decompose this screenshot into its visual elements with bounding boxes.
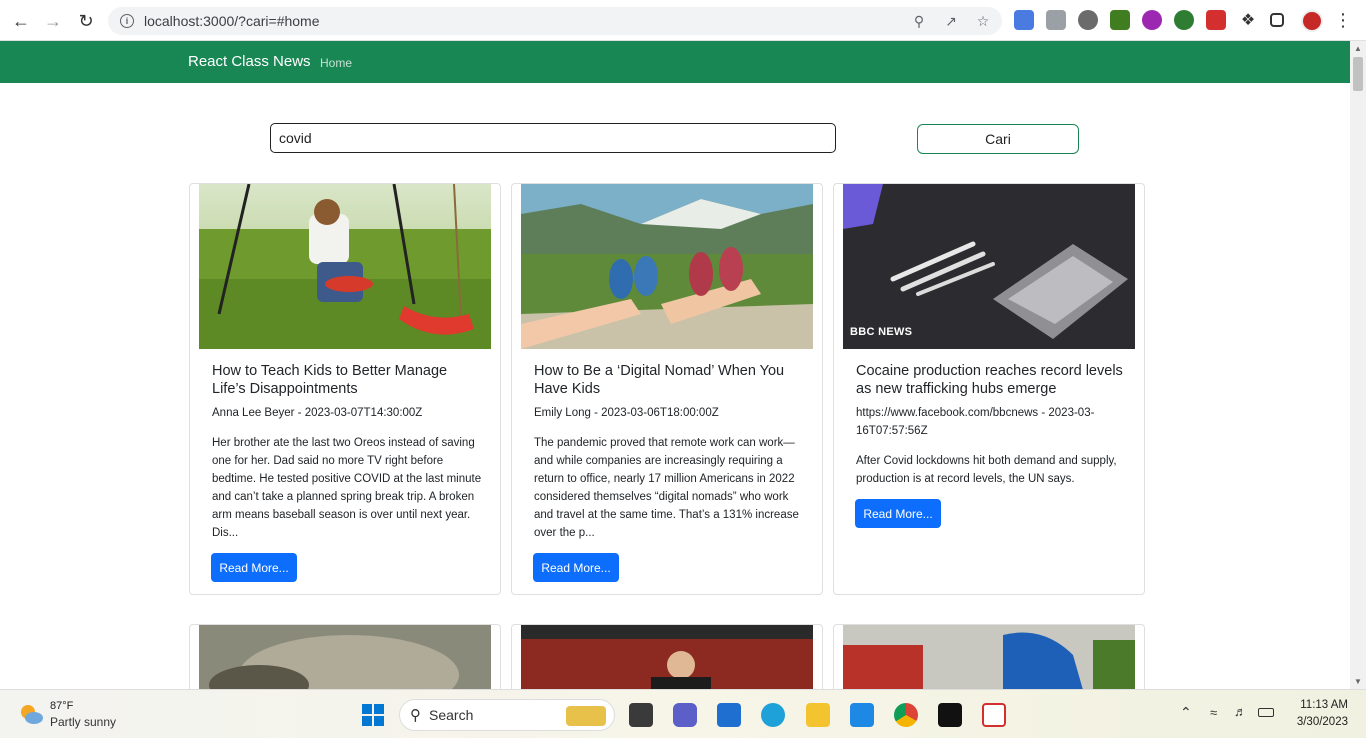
news-card	[511, 624, 823, 689]
news-card	[189, 624, 501, 689]
chevron-up-icon[interactable]: ⌃	[1180, 704, 1192, 721]
bug-extension-icon[interactable]	[1078, 10, 1098, 30]
card-description: Her brother ate the last two Oreos inste…	[212, 437, 482, 539]
news-card: How to Teach Kids to Better Manage Life’…	[189, 183, 501, 595]
side-panel-icon[interactable]	[1270, 13, 1284, 27]
app-navbar: React Class News Home	[0, 41, 1350, 83]
red-extension-icon[interactable]	[1206, 10, 1226, 30]
nav-link-home[interactable]: Home	[320, 56, 352, 70]
news-card	[833, 624, 1145, 689]
vscode-icon[interactable]	[850, 703, 874, 727]
back-arrow-icon[interactable]: ←	[8, 8, 34, 34]
wifi-icon[interactable]: ≈	[1210, 705, 1217, 720]
search-input[interactable]	[270, 123, 836, 153]
zoom-icon[interactable]: ⚲	[910, 12, 928, 30]
clock-date[interactable]: 3/30/2023	[1284, 716, 1348, 728]
card-description: The pandemic proved that remote work can…	[534, 437, 799, 539]
card-title[interactable]: Cocaine production reaches record levels…	[856, 362, 1126, 398]
weather-description[interactable]: Partly sunny	[50, 715, 116, 729]
extension-icon[interactable]	[1046, 10, 1066, 30]
news-image: BBC NEWS	[843, 184, 1135, 349]
card-title[interactable]: How to Teach Kids to Better Manage Life’…	[212, 362, 482, 398]
forward-arrow-icon[interactable]: →	[40, 8, 66, 34]
card-meta: Emily Long - 2023-03-06T18:00:00Z	[534, 407, 719, 419]
browser-menu-icon[interactable]: ⋮	[1334, 10, 1352, 31]
terminal-icon[interactable]	[938, 703, 962, 727]
extensions-bar: ❖	[1014, 10, 1284, 30]
navbar-brand[interactable]: React Class News	[188, 53, 311, 70]
battery-icon[interactable]	[1258, 708, 1274, 717]
globe-extension-icon[interactable]	[1174, 10, 1194, 30]
news-image	[199, 184, 491, 349]
search-button[interactable]: Cari	[917, 124, 1079, 154]
read-more-button[interactable]: Read More...	[211, 553, 297, 582]
card-meta: Anna Lee Beyer - 2023-03-07T14:30:00Z	[212, 407, 423, 419]
edge-icon[interactable]	[761, 703, 785, 727]
clock-time[interactable]: 11:13 AM	[1294, 699, 1348, 711]
page-scrollbar[interactable]: ▲ ▼	[1350, 41, 1366, 689]
site-info-icon[interactable]: i	[120, 14, 134, 28]
scroll-up-icon[interactable]: ▲	[1354, 44, 1362, 53]
news-image	[199, 625, 491, 689]
volume-icon[interactable]: ♬	[1234, 704, 1247, 719]
bookmark-star-icon[interactable]: ☆	[974, 12, 992, 30]
taskbar-search[interactable]: ⚲ Search	[399, 699, 615, 731]
taskbar-search-label: Search	[429, 707, 474, 723]
address-bar[interactable]: i localhost:3000/?cari=#home ⚲ ↗ ☆	[108, 7, 1002, 35]
snipping-tool-icon[interactable]	[982, 703, 1006, 727]
news-card: How to Be a ‘Digital Nomad’ When You Hav…	[511, 183, 823, 595]
card-description: After Covid lockdowns hit both demand an…	[856, 455, 1117, 485]
news-card: BBC NEWS Cocaine production reaches reco…	[833, 183, 1145, 595]
html-extension-icon[interactable]	[1110, 10, 1130, 30]
news-image	[521, 184, 813, 349]
read-more-button[interactable]: Read More...	[855, 499, 941, 528]
bbc-news-watermark: BBC NEWS	[850, 326, 930, 338]
windows-taskbar: 87°F Partly sunny ⚲ Search ⌃ ≈ ♬ 11:13 A…	[0, 689, 1366, 738]
scroll-thumb[interactable]	[1353, 57, 1363, 91]
chrome-icon[interactable]	[894, 703, 918, 727]
puzzle-extensions-icon[interactable]: ❖	[1238, 10, 1258, 30]
profile-avatar[interactable]	[1301, 10, 1323, 32]
browser-toolbar: ← → ↻ i localhost:3000/?cari=#home ⚲ ↗ ☆…	[0, 0, 1366, 41]
news-image	[521, 625, 813, 689]
chat-icon[interactable]	[673, 703, 697, 727]
store-icon[interactable]	[717, 703, 741, 727]
partly-sunny-icon[interactable]	[18, 701, 44, 727]
share-icon[interactable]: ↗	[942, 12, 960, 30]
task-view-icon[interactable]	[629, 703, 653, 727]
weather-temperature[interactable]: 87°F	[50, 700, 73, 712]
card-title[interactable]: How to Be a ‘Digital Nomad’ When You Hav…	[534, 362, 804, 398]
reload-icon[interactable]: ↻	[73, 8, 99, 34]
file-explorer-icon[interactable]	[806, 703, 830, 727]
windows-start-icon[interactable]	[361, 703, 385, 727]
scroll-down-icon[interactable]: ▼	[1354, 677, 1362, 686]
search-icon: ⚲	[410, 707, 421, 724]
read-more-button[interactable]: Read More...	[533, 553, 619, 582]
address-url: localhost:3000/?cari=#home	[144, 13, 320, 29]
news-image	[843, 625, 1135, 689]
purple-extension-icon[interactable]	[1142, 10, 1162, 30]
card-meta: https://www.facebook.com/bbcnews - 2023-…	[856, 407, 1095, 437]
translate-extension-icon[interactable]	[1014, 10, 1034, 30]
search-highlight-icon	[566, 706, 606, 726]
